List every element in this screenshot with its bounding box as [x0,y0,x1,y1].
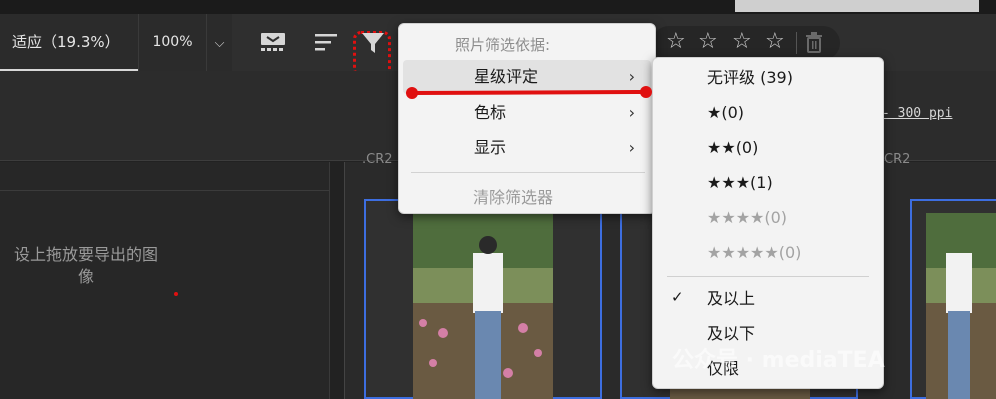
menu-item-color-label[interactable]: 色标 › [403,96,651,130]
zoom-dropdown-caret[interactable]: ⌵ [206,14,232,71]
star-4-icon[interactable]: ☆ [765,29,785,54]
thumbnail-view-icon[interactable] [258,28,288,58]
star-2-icon[interactable]: ☆ [698,29,718,54]
menu-separator [411,172,645,173]
menu-item-label: 星级评定 [474,67,539,86]
pane-divider [0,190,330,191]
mode-and-above[interactable]: 及以上 [653,281,883,316]
photo-image [926,213,996,399]
rating-option-none[interactable]: 无评级 (39) [653,60,883,95]
fit-zoom-button[interactable]: 适应（19.3%） [0,14,138,71]
cursor-dot [174,292,178,296]
file-ext-label: .CR2 [362,152,393,167]
photo-filter-menu: 照片筛选依据: 星级评定 › 色标 › 显示 › 清除筛选器 [398,23,656,214]
star-3-icon[interactable]: ☆ [732,29,752,54]
title-strip-highlight [735,0,979,12]
menu-header: 照片筛选依据: [455,36,551,54]
clear-filters-item[interactable]: 清除筛选器 [473,184,553,208]
rating-bar-separator [796,32,797,54]
chevron-right-icon: › [628,67,635,86]
zoom-100-button[interactable]: 100% [138,14,206,71]
filter-icon[interactable] [358,28,388,58]
trash-icon[interactable] [804,32,824,54]
star-rating-submenu: 无评级 (39) ★(0) ★★(0) ★★★(1) ★★★★(0) ★★★★★… [652,57,884,389]
rating-option-1[interactable]: ★(0) [653,95,883,130]
chevron-right-icon: › [628,138,635,157]
drop-hint-line-2: 像 [77,267,94,286]
drop-hint-line-1: 设上拖放要导出的图 [13,245,158,264]
rating-bar: ☆ ☆ ☆ ☆ [652,26,840,60]
menu-item-star-rating[interactable]: 星级评定 › [403,60,651,94]
rating-option-5: ★★★★★(0) [707,243,802,262]
app-window: 适应（19.3%） 100% ⌵ ☆ ☆ ☆ ☆ - 300 ppi 设上拖放要… [0,0,996,399]
chevron-right-icon: › [628,103,635,122]
star-1-icon[interactable]: ☆ [666,29,686,54]
photo-image [413,213,553,399]
file-ext-label: CR2 [884,152,911,167]
title-strip [0,0,996,14]
menu-item-show[interactable]: 显示 › [403,131,651,165]
menu-item-label: 显示 [474,138,507,157]
rating-option-2[interactable]: ★★(0) [653,130,883,165]
menu-item-label: 色标 [474,103,507,122]
sort-icon[interactable] [312,28,342,58]
submenu-separator [667,276,869,277]
rating-option-4: ★★★★(0) [707,208,788,227]
drop-hint: 设上拖放要导出的图 像 [0,244,176,288]
watermark: 公众号 · mediaTEA [672,348,885,373]
rating-option-3[interactable]: ★★★(1) [653,165,883,200]
resolution-link[interactable]: - 300 ppi [882,106,952,121]
